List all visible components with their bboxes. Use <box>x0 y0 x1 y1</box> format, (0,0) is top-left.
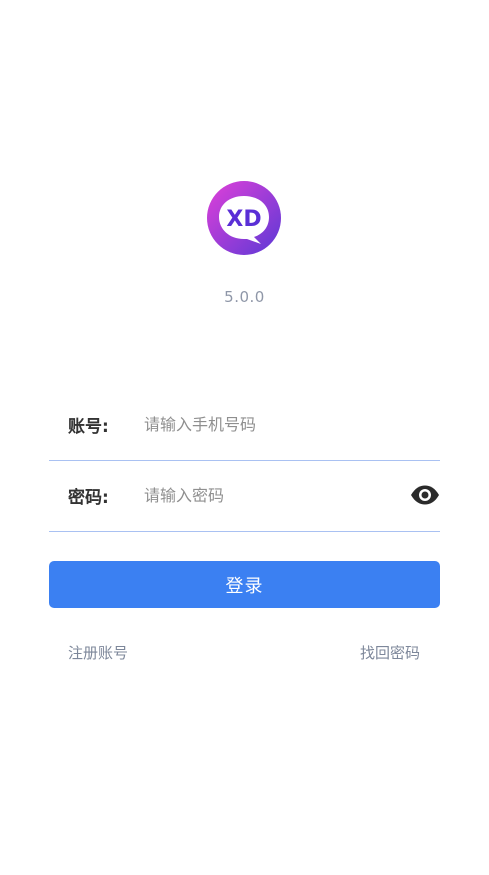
account-field: 账号: <box>49 390 440 461</box>
account-label: 账号: <box>68 417 109 437</box>
register-link[interactable]: 注册账号 <box>68 642 128 663</box>
logo-text: XD <box>226 207 261 232</box>
password-field: 密码: <box>49 461 440 532</box>
app-logo: XD <box>203 181 285 257</box>
forgot-password-link[interactable]: 找回密码 <box>360 642 420 663</box>
password-input[interactable] <box>144 478 394 512</box>
login-screen: XD 5.0.0 账号: 密码: 登录 注册账号 找回密码 <box>0 0 489 875</box>
account-input[interactable] <box>144 407 394 441</box>
app-version: 5.0.0 <box>224 288 265 306</box>
eye-icon[interactable] <box>410 485 440 505</box>
password-label: 密码: <box>68 488 109 508</box>
login-button[interactable]: 登录 <box>49 561 440 608</box>
